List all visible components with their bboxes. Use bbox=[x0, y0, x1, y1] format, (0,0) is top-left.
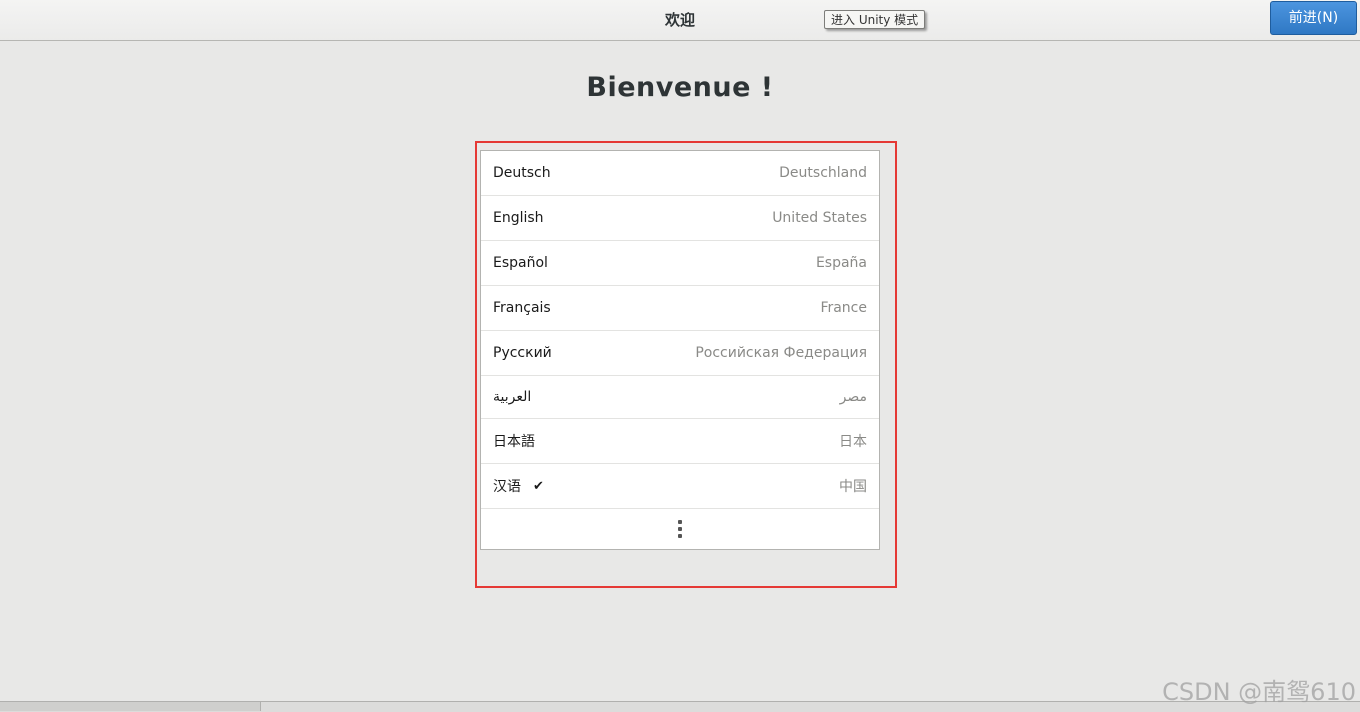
next-button[interactable]: 前进(N) bbox=[1270, 1, 1357, 35]
language-row-chinese[interactable]: 汉语 ✔ 中国 bbox=[481, 464, 879, 509]
language-name: 日本語 bbox=[493, 434, 535, 450]
language-row-japanese[interactable]: 日本語 日本 bbox=[481, 419, 879, 464]
language-region: Deutschland bbox=[779, 165, 867, 181]
header-bar: 欢迎 进入 Unity 模式 前进(N) bbox=[0, 0, 1360, 41]
window-title: 欢迎 bbox=[664, 11, 695, 29]
more-languages-button[interactable] bbox=[481, 509, 879, 549]
language-name: العربية bbox=[493, 389, 532, 405]
unity-mode-tooltip: 进入 Unity 模式 bbox=[824, 10, 926, 29]
language-region: 日本 bbox=[839, 434, 867, 450]
language-row-english[interactable]: English United States bbox=[481, 196, 879, 241]
language-region: United States bbox=[772, 210, 867, 226]
language-row-russian[interactable]: Русский Российская Федерация bbox=[481, 331, 879, 376]
bottom-scrollbar[interactable] bbox=[0, 702, 261, 711]
language-name: Español bbox=[493, 255, 548, 271]
watermark: CSDN @南鸳610 bbox=[1162, 678, 1356, 706]
language-region: 中国 bbox=[839, 479, 867, 495]
language-name: Deutsch bbox=[493, 165, 551, 181]
language-row-francais[interactable]: Français France bbox=[481, 286, 879, 331]
vertical-ellipsis-icon bbox=[678, 520, 682, 538]
language-region: France bbox=[820, 300, 867, 316]
page-title: Bienvenue ! bbox=[586, 72, 774, 103]
language-row-arabic[interactable]: العربية مصر bbox=[481, 376, 879, 419]
checkmark-icon: ✔ bbox=[533, 478, 544, 494]
language-name: Français bbox=[493, 300, 551, 316]
language-name: Русский bbox=[493, 345, 552, 361]
language-name: English bbox=[493, 210, 544, 226]
language-region: Российская Федерация bbox=[695, 345, 867, 361]
language-row-espanol[interactable]: Español España bbox=[481, 241, 879, 286]
language-name: 汉语 bbox=[493, 479, 521, 495]
language-row-deutsch[interactable]: Deutsch Deutschland bbox=[481, 151, 879, 196]
language-region: مصر bbox=[839, 389, 867, 405]
language-list: Deutsch Deutschland English United State… bbox=[480, 150, 880, 550]
language-name-wrapper: 汉语 ✔ bbox=[493, 464, 544, 508]
language-region: España bbox=[815, 255, 867, 271]
